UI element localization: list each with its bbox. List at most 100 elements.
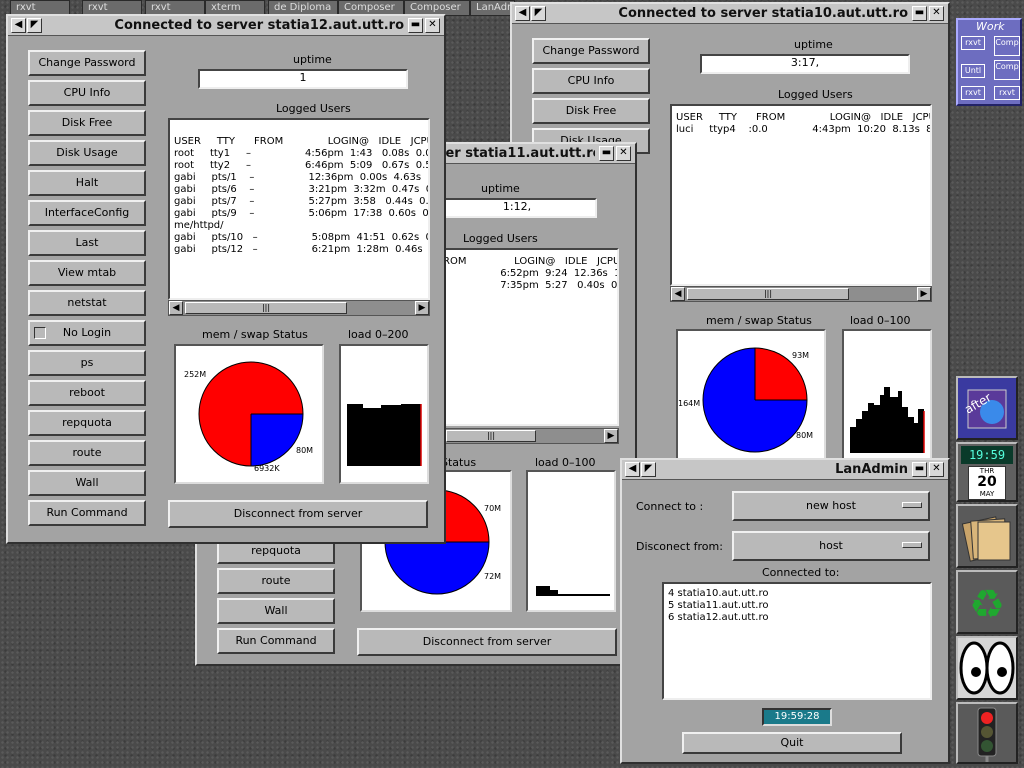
disconnect-button[interactable]: Disconnect from server xyxy=(357,628,617,656)
halt-button[interactable]: Halt xyxy=(28,170,146,196)
pager-window[interactable]: Comp xyxy=(994,36,1020,56)
lanadmin-window: ◀ ◤ LanAdmin ▬ ✕ Connect to : new host D… xyxy=(620,458,950,764)
taskbar-label: rxvt xyxy=(88,2,108,13)
host-list-item[interactable]: 5 statia11.aut.utt.ro xyxy=(668,600,768,612)
horizontal-scrollbar[interactable]: ◀ ||| ▶ xyxy=(168,300,430,316)
host-list-item[interactable]: 4 statia10.aut.utt.ro xyxy=(668,588,768,600)
scroll-left-icon[interactable]: ◀ xyxy=(169,301,183,315)
mem-swap-pie-chart: 252M 80M 6932K xyxy=(174,344,324,484)
connect-to-dropdown[interactable]: new host xyxy=(732,491,930,521)
disconnect-from-label: Disconect from: xyxy=(636,540,723,553)
taskbar-item[interactable]: LanAdmin xyxy=(470,0,515,16)
uptime-label: uptime xyxy=(481,182,520,195)
uptime-field: 1 xyxy=(198,69,408,89)
close-icon[interactable]: ✕ xyxy=(929,462,944,477)
title-bar[interactable]: ◀ ◤ LanAdmin ▬ ✕ xyxy=(622,460,948,480)
scroll-thumb[interactable]: ||| xyxy=(185,302,347,314)
quit-button[interactable]: Quit xyxy=(682,732,902,754)
window-menu-icon[interactable]: ◀ xyxy=(625,462,640,477)
scroll-right-icon[interactable]: ▶ xyxy=(415,301,429,315)
logged-users-label: Logged Users xyxy=(276,102,351,115)
file-manager-icon[interactable] xyxy=(956,504,1018,568)
title-bar[interactable]: ◀ ◤ Connected to server statia12.aut.utt… xyxy=(8,16,444,36)
host-list-item[interactable]: 6 statia12.aut.utt.ro xyxy=(668,612,768,624)
wall-button[interactable]: Wall xyxy=(217,598,335,624)
window-resize-icon[interactable]: ◤ xyxy=(531,6,546,21)
view-mtab-button[interactable]: View mtab xyxy=(28,260,146,286)
disconnect-button[interactable]: Disconnect from server xyxy=(168,500,428,528)
cpu-info-button[interactable]: CPU Info xyxy=(532,68,650,94)
scroll-right-icon[interactable]: ▶ xyxy=(917,287,931,301)
route-button[interactable]: route xyxy=(217,568,335,594)
interface-config-button[interactable]: InterfaceConfig xyxy=(28,200,146,226)
uptime-label: uptime xyxy=(293,53,332,66)
route-button[interactable]: route xyxy=(28,440,146,466)
close-icon[interactable]: ✕ xyxy=(929,6,944,21)
xeyes-icon[interactable] xyxy=(956,636,1018,700)
pager-title: Work xyxy=(976,20,1005,33)
disconnect-from-dropdown[interactable]: host xyxy=(732,531,930,561)
dropdown-indicator-icon xyxy=(902,502,922,508)
disk-usage-button[interactable]: Disk Usage xyxy=(28,140,146,166)
minimize-icon[interactable]: ▬ xyxy=(912,462,927,477)
calendar-icon: THR 20 MAY xyxy=(968,466,1006,500)
ps-button[interactable]: ps xyxy=(28,350,146,376)
window-menu-icon[interactable]: ◀ xyxy=(515,6,530,21)
logged-users-text: USER TTY FROM LOGIN@ IDLE JCPU luci ttyp… xyxy=(676,112,932,135)
pager-window[interactable]: rxvt xyxy=(994,86,1020,100)
pager-window[interactable]: Comp xyxy=(994,60,1020,80)
logged-users-list[interactable]: ROM LOGIN@ IDLE JCPU 6:52pm 9:24 12.36s … xyxy=(437,248,619,426)
disk-free-button[interactable]: Disk Free xyxy=(28,110,146,136)
recycle-bin-icon[interactable]: ♻ xyxy=(956,570,1018,634)
change-password-button[interactable]: Change Password xyxy=(532,38,650,64)
change-password-button[interactable]: Change Password xyxy=(28,50,146,76)
window-menu-icon[interactable]: ◀ xyxy=(11,18,26,33)
pie-label: 80M xyxy=(796,431,814,440)
window-title: Connected to server statia10.aut.utt.ro xyxy=(618,6,908,21)
minimize-icon[interactable]: ▬ xyxy=(912,6,927,21)
horizontal-scrollbar[interactable]: ◀ ||| ▶ xyxy=(670,286,932,302)
logged-users-list[interactable]: USER TTY FROM LOGIN@ IDLE JCPU root tty1… xyxy=(168,118,430,300)
window-resize-icon[interactable]: ◤ xyxy=(641,462,656,477)
minimize-icon[interactable]: ▬ xyxy=(599,146,614,161)
window-resize-icon[interactable]: ◤ xyxy=(27,18,42,33)
run-command-button[interactable]: Run Command xyxy=(28,500,146,526)
cpu-info-button[interactable]: CPU Info xyxy=(28,80,146,106)
logged-users-list[interactable]: USER TTY FROM LOGIN@ IDLE JCPU luci ttyp… xyxy=(670,104,932,286)
scroll-thumb[interactable]: ||| xyxy=(446,430,536,442)
disk-free-button[interactable]: Disk Free xyxy=(532,98,650,124)
load-label: load 0–100 xyxy=(535,456,596,469)
server-window-statia12: ◀ ◤ Connected to server statia12.aut.utt… xyxy=(6,14,446,544)
minimize-icon[interactable]: ▬ xyxy=(408,18,423,33)
no-login-checkbox[interactable] xyxy=(34,327,46,339)
desktop-pager[interactable]: Work rxvt Comp Untl Comp rxvt rxvt xyxy=(956,18,1022,106)
netstat-button[interactable]: netstat xyxy=(28,290,146,316)
logged-users-label: Logged Users xyxy=(778,88,853,101)
load-chart xyxy=(842,329,932,460)
close-icon[interactable]: ✕ xyxy=(616,146,631,161)
pager-window[interactable]: rxvt xyxy=(961,36,985,50)
afterstep-logo-icon[interactable]: after xyxy=(956,376,1018,440)
repquota-button[interactable]: repquota xyxy=(28,410,146,436)
scroll-right-icon[interactable]: ▶ xyxy=(604,429,618,443)
run-command-button[interactable]: Run Command xyxy=(217,628,335,654)
pie-label: 70M xyxy=(484,504,502,513)
disconnect-from-value: host xyxy=(819,539,843,552)
pie-label: 6932K xyxy=(254,464,280,473)
scroll-left-icon[interactable]: ◀ xyxy=(671,287,685,301)
load-graph xyxy=(536,586,558,594)
no-login-toggle[interactable]: No Login xyxy=(28,320,146,346)
last-button[interactable]: Last xyxy=(28,230,146,256)
wall-button[interactable]: Wall xyxy=(28,470,146,496)
close-icon[interactable]: ✕ xyxy=(425,18,440,33)
scroll-thumb[interactable]: ||| xyxy=(687,288,849,300)
traffic-light-icon[interactable] xyxy=(956,702,1018,764)
title-bar[interactable]: ◀ ◤ Connected to server statia10.aut.utt… xyxy=(512,4,948,24)
dropdown-indicator-icon xyxy=(902,542,922,548)
pager-window[interactable]: Untl xyxy=(961,64,985,78)
reboot-button[interactable]: reboot xyxy=(28,380,146,406)
horizontal-scrollbar[interactable]: ||| ▶ xyxy=(437,428,619,444)
connected-hosts-list[interactable]: 4 statia10.aut.utt.ro 5 statia11.aut.utt… xyxy=(662,582,932,700)
pager-window[interactable]: rxvt xyxy=(961,86,985,100)
connect-to-value: new host xyxy=(806,499,856,512)
